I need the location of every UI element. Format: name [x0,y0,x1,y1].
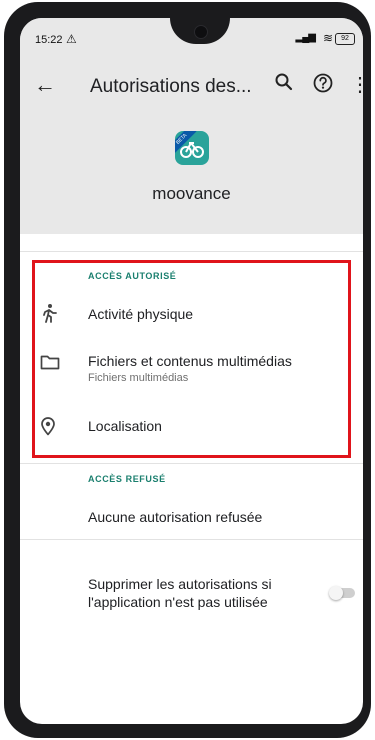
section-title-denied: ACCÈS REFUSÉ [88,474,166,484]
divider [20,539,363,540]
remove-permissions-toggle[interactable] [329,586,357,600]
app-header: BETA moovance [20,114,363,234]
status-time: 15:22 [35,34,63,46]
search-icon[interactable] [274,72,294,97]
toggle-thumb [329,586,343,600]
no-denied-permissions-text: Aucune autorisation refusée [88,509,263,525]
back-arrow-icon[interactable]: ← [34,72,56,98]
remove-permissions-line2: l'application n'est pas utilisée [88,594,268,610]
bicycle-icon [180,142,204,158]
battery-icon: 92 [335,33,355,45]
phone-frame: 15:22 ⚠ ▂▄▆ ≋ 92 ← Autorisations des... … [4,2,371,738]
page-title: Autorisations des... [90,76,252,97]
divider [20,463,363,464]
help-icon[interactable] [312,72,334,99]
app-bar: ← Autorisations des... ⋮ [20,58,363,114]
divider [20,251,363,252]
app-icon: BETA [175,131,209,165]
highlight-box [32,260,351,458]
camera-icon [194,25,208,39]
remove-permissions-line1: Supprimer les autorisations si [88,576,272,592]
more-options-icon[interactable]: ⋮ [350,72,363,97]
wifi-icon: ≋ [322,31,333,45]
notification-muted-icon: ⚠ [66,32,77,46]
screen: 15:22 ⚠ ▂▄▆ ≋ 92 ← Autorisations des... … [20,18,363,724]
signal-icon: ▂▄▆ [295,32,316,43]
app-name: moovance [152,184,231,203]
